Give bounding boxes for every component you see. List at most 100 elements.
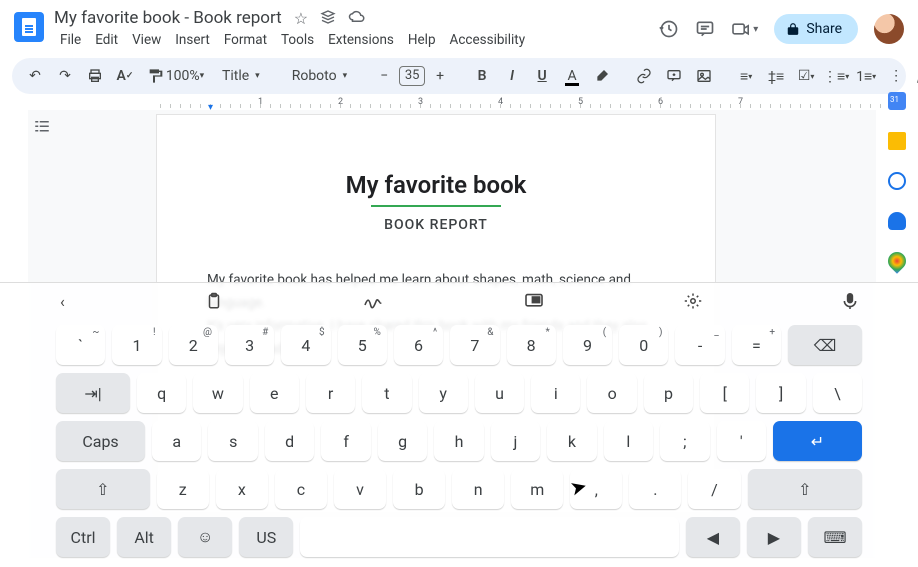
key-caps[interactable]: Caps — [56, 421, 145, 461]
bold-button[interactable]: B — [469, 63, 495, 89]
move-icon[interactable] — [320, 9, 336, 28]
docs-logo[interactable] — [14, 12, 44, 42]
insert-link-button[interactable] — [631, 63, 657, 89]
maps-sidebar-icon[interactable] — [884, 248, 909, 273]
menu-edit[interactable]: Edit — [89, 30, 124, 50]
checklist-button[interactable]: ☑ ▾ — [793, 63, 819, 89]
kb-floating-icon[interactable] — [524, 293, 544, 309]
key-0[interactable]: 0) — [619, 325, 668, 365]
underline-button[interactable]: U — [529, 63, 555, 89]
kb-settings-icon[interactable] — [684, 292, 702, 310]
cloud-status-icon[interactable] — [348, 9, 366, 28]
key-k[interactable]: k — [547, 421, 596, 461]
key-2[interactable]: 2@ — [169, 325, 218, 365]
key-c[interactable]: c — [275, 469, 327, 509]
key-.[interactable]: . — [629, 469, 681, 509]
key-t[interactable]: t — [362, 373, 411, 413]
menu-file[interactable]: File — [54, 30, 87, 50]
key-q[interactable]: q — [137, 373, 186, 413]
key-6[interactable]: 6^ — [394, 325, 443, 365]
key-tab[interactable]: ⇥| — [56, 373, 130, 413]
history-icon[interactable] — [659, 19, 679, 39]
key-backspace[interactable]: ⌫ — [788, 325, 862, 365]
key-,[interactable]: , — [570, 469, 622, 509]
key-g[interactable]: g — [378, 421, 427, 461]
key-o[interactable]: o — [587, 373, 636, 413]
meet-icon[interactable]: ▾ — [731, 21, 758, 37]
key-s[interactable]: s — [208, 421, 257, 461]
key-z[interactable]: z — [157, 469, 209, 509]
key-p[interactable]: p — [644, 373, 693, 413]
font-size-increase[interactable]: + — [427, 63, 453, 89]
paint-format-button[interactable] — [142, 63, 168, 89]
key-u[interactable]: u — [475, 373, 524, 413]
font-select[interactable]: Roboto▾ — [284, 66, 355, 86]
zoom-select[interactable]: 100% ▾ — [172, 63, 198, 89]
key-1[interactable]: 1! — [112, 325, 161, 365]
key-4[interactable]: 4$ — [281, 325, 330, 365]
key-9[interactable]: 9( — [563, 325, 612, 365]
key-f[interactable]: f — [321, 421, 370, 461]
key-=[interactable]: =+ — [732, 325, 781, 365]
key-7[interactable]: 7& — [450, 325, 499, 365]
paragraph-style-select[interactable]: Title▾ — [214, 66, 268, 86]
print-button[interactable] — [82, 63, 108, 89]
key-v[interactable]: v — [334, 469, 386, 509]
key-y[interactable]: y — [419, 373, 468, 413]
key-;[interactable]: ; — [660, 421, 709, 461]
key-lang[interactable]: US — [239, 517, 293, 557]
editing-mode-button[interactable]: ▾ — [913, 63, 918, 89]
key-h[interactable]: h — [434, 421, 483, 461]
key-b[interactable]: b — [393, 469, 445, 509]
kb-handwriting-icon[interactable] — [363, 293, 383, 309]
numbered-list-button[interactable]: 1≡ ▾ — [853, 63, 879, 89]
key-j[interactable]: j — [491, 421, 540, 461]
font-size-input[interactable]: 35 — [399, 66, 425, 86]
kb-clipboard-icon[interactable] — [205, 292, 223, 310]
key-d[interactable]: d — [265, 421, 314, 461]
undo-button[interactable]: ↶ — [22, 63, 48, 89]
text-color-button[interactable]: A — [559, 63, 585, 89]
menu-accessibility[interactable]: Accessibility — [444, 30, 532, 50]
contacts-sidebar-icon[interactable] — [888, 212, 906, 230]
key-left[interactable]: ◀ — [686, 517, 740, 557]
font-size-decrease[interactable]: − — [371, 63, 397, 89]
menu-extensions[interactable]: Extensions — [322, 30, 400, 50]
key--[interactable]: -_ — [675, 325, 724, 365]
calendar-sidebar-icon[interactable] — [888, 92, 906, 110]
key-hide-keyboard[interactable]: ⌨ — [808, 517, 862, 557]
key-ctrl[interactable]: Ctrl — [56, 517, 110, 557]
key-x[interactable]: x — [216, 469, 268, 509]
line-spacing-button[interactable]: ‡≡ — [763, 63, 789, 89]
highlight-button[interactable] — [589, 63, 615, 89]
key-5[interactable]: 5% — [338, 325, 387, 365]
key-[[interactable]: [ — [700, 373, 749, 413]
spellcheck-button[interactable]: A✓ — [112, 63, 138, 89]
document-title[interactable]: My favorite book - Book report — [54, 8, 282, 28]
star-icon[interactable]: ☆ — [294, 9, 308, 28]
key-][interactable]: ] — [756, 373, 805, 413]
menu-help[interactable]: Help — [402, 30, 442, 50]
key-shift-left[interactable]: ⇧ — [56, 469, 150, 509]
key-enter[interactable]: ↵ — [773, 421, 862, 461]
key-l[interactable]: l — [604, 421, 653, 461]
key-w[interactable]: w — [193, 373, 242, 413]
bulleted-list-button[interactable]: ⋮≡ ▾ — [823, 63, 849, 89]
outline-toggle-button[interactable] — [32, 118, 52, 136]
account-avatar[interactable] — [874, 14, 904, 44]
kb-back-button[interactable]: ‹ — [60, 292, 65, 311]
key-/[interactable]: / — [688, 469, 740, 509]
key-shift-right[interactable]: ⇧ — [748, 469, 863, 509]
insert-comment-button[interactable] — [661, 63, 687, 89]
key-8[interactable]: 8* — [507, 325, 556, 365]
redo-button[interactable]: ↷ — [52, 63, 78, 89]
menu-insert[interactable]: Insert — [169, 30, 216, 50]
key-r[interactable]: r — [306, 373, 355, 413]
key-right[interactable]: ▶ — [747, 517, 801, 557]
more-button[interactable]: ⋮ — [883, 63, 909, 89]
key-`[interactable]: `~ — [56, 325, 105, 365]
align-button[interactable]: ≡ ▾ — [733, 63, 759, 89]
menu-format[interactable]: Format — [218, 30, 273, 50]
key-3[interactable]: 3# — [225, 325, 274, 365]
key-n[interactable]: n — [452, 469, 504, 509]
